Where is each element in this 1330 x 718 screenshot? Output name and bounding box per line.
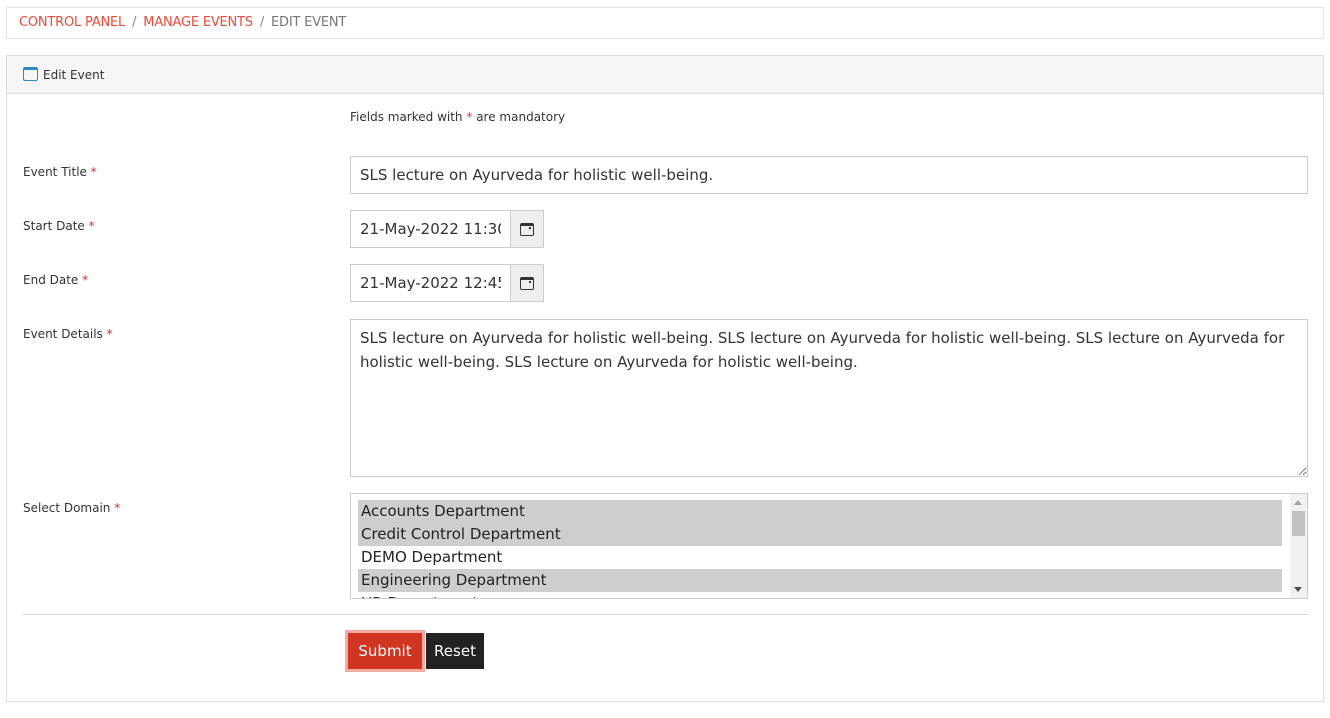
domain-option[interactable]: Accounts Department <box>358 500 1282 523</box>
domain-options: Accounts Department Credit Control Depart… <box>351 494 1307 598</box>
domain-option[interactable]: Credit Control Department <box>358 523 1282 546</box>
breadcrumb: CONTROL PANEL / MANAGE EVENTS / EDIT EVENT <box>6 7 1324 39</box>
breadcrumb-current: EDIT EVENT <box>271 15 347 30</box>
start-date-picker-button[interactable] <box>511 210 544 248</box>
start-date-label: Start Date * <box>23 219 95 233</box>
calendar-icon <box>520 276 534 290</box>
event-title-label: Event Title * <box>23 165 97 179</box>
breadcrumb-manage-events[interactable]: MANAGE EVENTS <box>143 15 253 30</box>
end-date-label: End Date * <box>23 273 88 287</box>
event-details-label: Event Details * <box>23 327 113 341</box>
breadcrumb-separator: / <box>132 15 137 30</box>
required-marker: * <box>466 110 473 124</box>
required-marker: * <box>114 501 121 515</box>
form-divider <box>23 614 1308 615</box>
mandatory-note: Fields marked with * are mandatory <box>350 110 565 124</box>
select-domain-label: Select Domain * <box>23 501 120 515</box>
domain-scrollbar[interactable] <box>1290 494 1307 598</box>
domain-option[interactable]: HR Department <box>358 592 1282 598</box>
required-marker: * <box>106 327 113 341</box>
mandatory-note-suffix: are mandatory <box>476 110 566 124</box>
scroll-up-arrow-icon[interactable] <box>1294 500 1302 505</box>
scrollbar-thumb[interactable] <box>1292 511 1305 536</box>
scroll-down-arrow-icon[interactable] <box>1294 587 1302 592</box>
calendar-icon <box>520 222 534 236</box>
required-marker: * <box>88 219 95 233</box>
domain-option[interactable]: DEMO Department <box>358 546 1282 569</box>
start-date-input[interactable] <box>350 210 511 248</box>
end-date-picker-button[interactable] <box>511 264 544 302</box>
event-details-textarea[interactable]: SLS lecture on Ayurveda for holistic wel… <box>350 319 1308 477</box>
breadcrumb-control-panel[interactable]: CONTROL PANEL <box>19 15 125 30</box>
calendar-icon <box>23 66 38 81</box>
label-text: Event Details <box>23 327 103 341</box>
panel-title: Edit Event <box>43 67 105 82</box>
domain-option[interactable]: Engineering Department <box>358 569 1282 592</box>
submit-button[interactable]: Submit <box>348 633 422 669</box>
event-title-input[interactable] <box>350 156 1308 194</box>
breadcrumb-separator: / <box>259 15 265 30</box>
panel-header: Edit Event <box>7 56 1323 94</box>
mandatory-note-prefix: Fields marked with <box>350 110 463 124</box>
end-date-input[interactable] <box>350 264 511 302</box>
label-text: End Date <box>23 273 79 287</box>
required-marker: * <box>90 165 97 179</box>
reset-button[interactable]: Reset <box>426 633 484 669</box>
required-marker: * <box>82 273 89 287</box>
start-date-field <box>350 210 544 248</box>
domain-multiselect[interactable]: Accounts Department Credit Control Depart… <box>350 493 1308 599</box>
label-text: Event Title <box>23 165 87 179</box>
label-text: Select Domain <box>23 501 111 515</box>
label-text: Start Date <box>23 219 85 233</box>
end-date-field <box>350 264 544 302</box>
edit-event-panel: Edit Event Fields marked with * are mand… <box>6 55 1324 702</box>
